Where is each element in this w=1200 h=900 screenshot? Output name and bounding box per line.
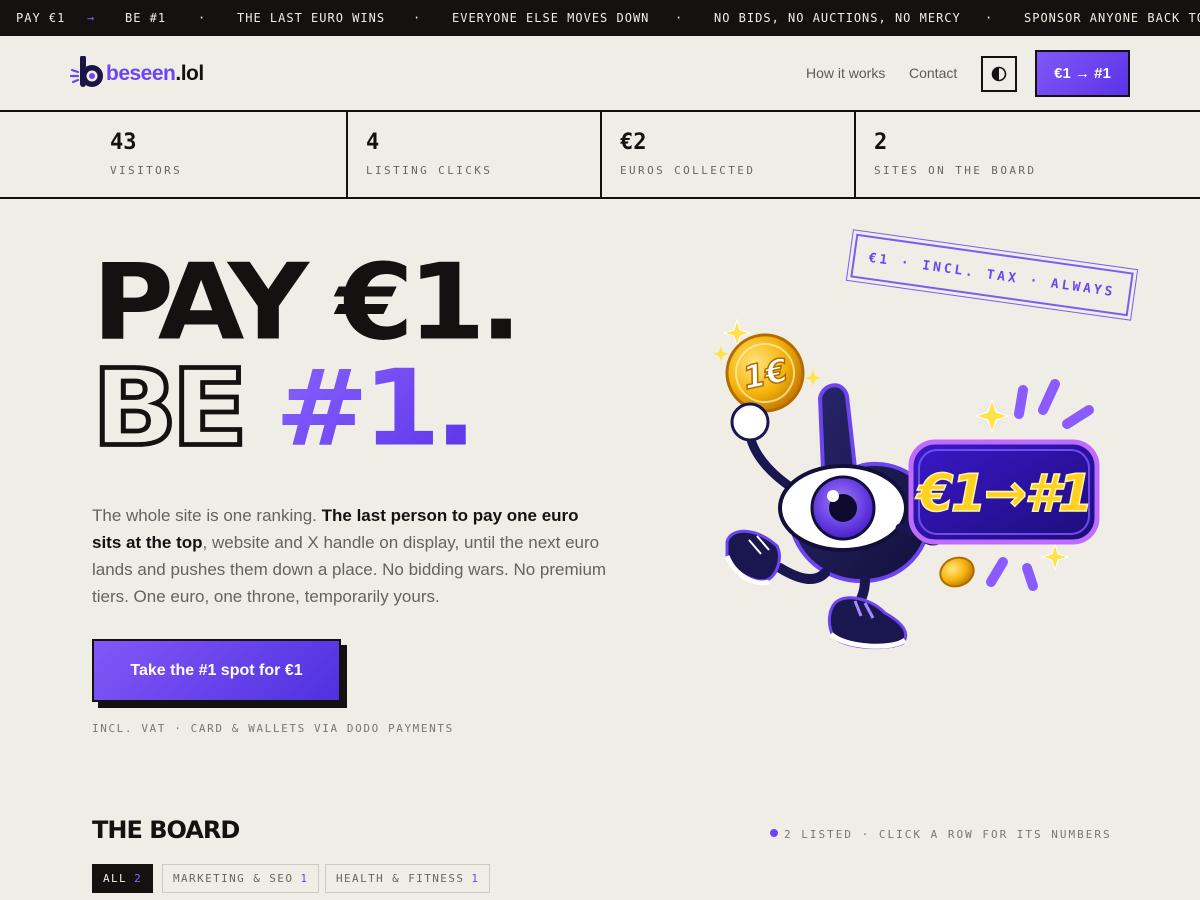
ticker-item: NO BIDS, NO AUCTIONS, NO MERCY <box>714 11 961 25</box>
filter-label: HEALTH & FITNESS <box>336 872 465 885</box>
board-status: 2 LISTED · CLICK A ROW FOR ITS NUMBERS <box>770 828 1112 841</box>
filter-health-fitness[interactable]: HEALTH & FITNESS 1 <box>325 864 491 893</box>
sparkle-icon <box>974 398 1010 434</box>
stat-value: €2 <box>620 130 647 155</box>
filter-count: 2 <box>134 872 143 885</box>
stat-value: 4 <box>366 130 380 155</box>
stat-value: 2 <box>874 130 888 155</box>
ticker-item: BE #1 <box>125 11 167 25</box>
contrast-icon <box>991 66 1007 82</box>
hero-description: The whole site is one ranking. The last … <box>92 502 612 610</box>
filter-count: 1 <box>300 872 309 885</box>
ticker-item: EVERYONE ELSE MOVES DOWN <box>452 11 650 25</box>
sign-label: €1→#1 <box>914 464 1090 524</box>
sparkle-icon <box>1040 542 1070 572</box>
ticker-item: THE LAST EURO WINS <box>237 11 386 25</box>
hero-headline-line1: PAY €1. <box>92 241 522 364</box>
ticker-separator: · <box>985 11 994 25</box>
neon-sign: €1→#1 <box>908 439 1100 545</box>
header-cta-button[interactable]: €1 → #1 <box>1035 50 1130 97</box>
sparkle-icon <box>805 370 821 386</box>
nav-how-it-works[interactable]: How it works <box>806 65 885 81</box>
left-shoe <box>724 529 781 586</box>
ticker-separator: · <box>675 11 684 25</box>
ticker-item: SPONSOR ANYONE BACK TO <box>1024 11 1200 25</box>
announcement-ticker: PAY €1 → BE #1 · THE LAST EURO WINS · EV… <box>0 0 1200 36</box>
stats-bar: 43 VISITORS 4 LISTING CLICKS €2 EUROS CO… <box>0 112 1200 199</box>
price-stamp: €1 · INCL. TAX · ALWAYS <box>846 226 1138 324</box>
ticker-separator: · <box>198 11 207 25</box>
ticker-separator: · <box>413 11 422 25</box>
logo-suffix: .lol <box>175 62 204 85</box>
stat-divider <box>854 112 856 197</box>
filter-all[interactable]: ALL 2 <box>92 864 154 893</box>
stat-divider <box>346 112 348 197</box>
ticker-arrow: → <box>87 11 96 25</box>
theme-toggle-button[interactable] <box>981 56 1017 92</box>
take-spot-button[interactable]: Take the #1 spot for €1 <box>92 639 341 702</box>
hero-headline-line2: BE #1. <box>90 354 478 464</box>
board-title: THE BOARD <box>92 816 240 844</box>
logo-wordmark[interactable]: beseen.lol <box>106 62 204 86</box>
stat-label: EUROS COLLECTED <box>620 164 756 177</box>
hero-headline-accent: #1. <box>274 347 477 470</box>
filter-count: 1 <box>471 872 480 885</box>
nav-contact[interactable]: Contact <box>909 65 957 81</box>
stat-label: SITES ON THE BOARD <box>874 164 1037 177</box>
payment-note: INCL. VAT · CARD & WALLETS VIA DODO PAYM… <box>92 722 454 735</box>
stat-label: VISITORS <box>110 164 183 177</box>
stat-divider <box>600 112 602 197</box>
sparkle-icon <box>713 346 729 362</box>
mascot-illustration: 1€ €1→#1 <box>713 318 1100 650</box>
board-status-text: 2 LISTED · CLICK A ROW FOR ITS NUMBERS <box>784 828 1112 841</box>
live-dot-icon <box>770 829 778 837</box>
hero-desc-intro: The whole site is one ranking. <box>92 506 322 525</box>
stat-value: 43 <box>110 130 137 155</box>
filter-marketing-seo[interactable]: MARKETING & SEO 1 <box>162 864 320 893</box>
logo-primary: beseen <box>106 62 176 85</box>
filter-label: MARKETING & SEO <box>173 872 294 885</box>
ticker-item: PAY €1 <box>16 11 66 25</box>
right-shoe <box>827 596 908 650</box>
filter-label: ALL <box>103 872 128 885</box>
hero-headline-outline: BE <box>90 347 251 470</box>
stat-label: LISTING CLICKS <box>366 164 493 177</box>
site-header: beseen.lol How it works Contact €1 → #1 <box>0 36 1200 112</box>
euro-coin: 1€ <box>725 333 805 413</box>
